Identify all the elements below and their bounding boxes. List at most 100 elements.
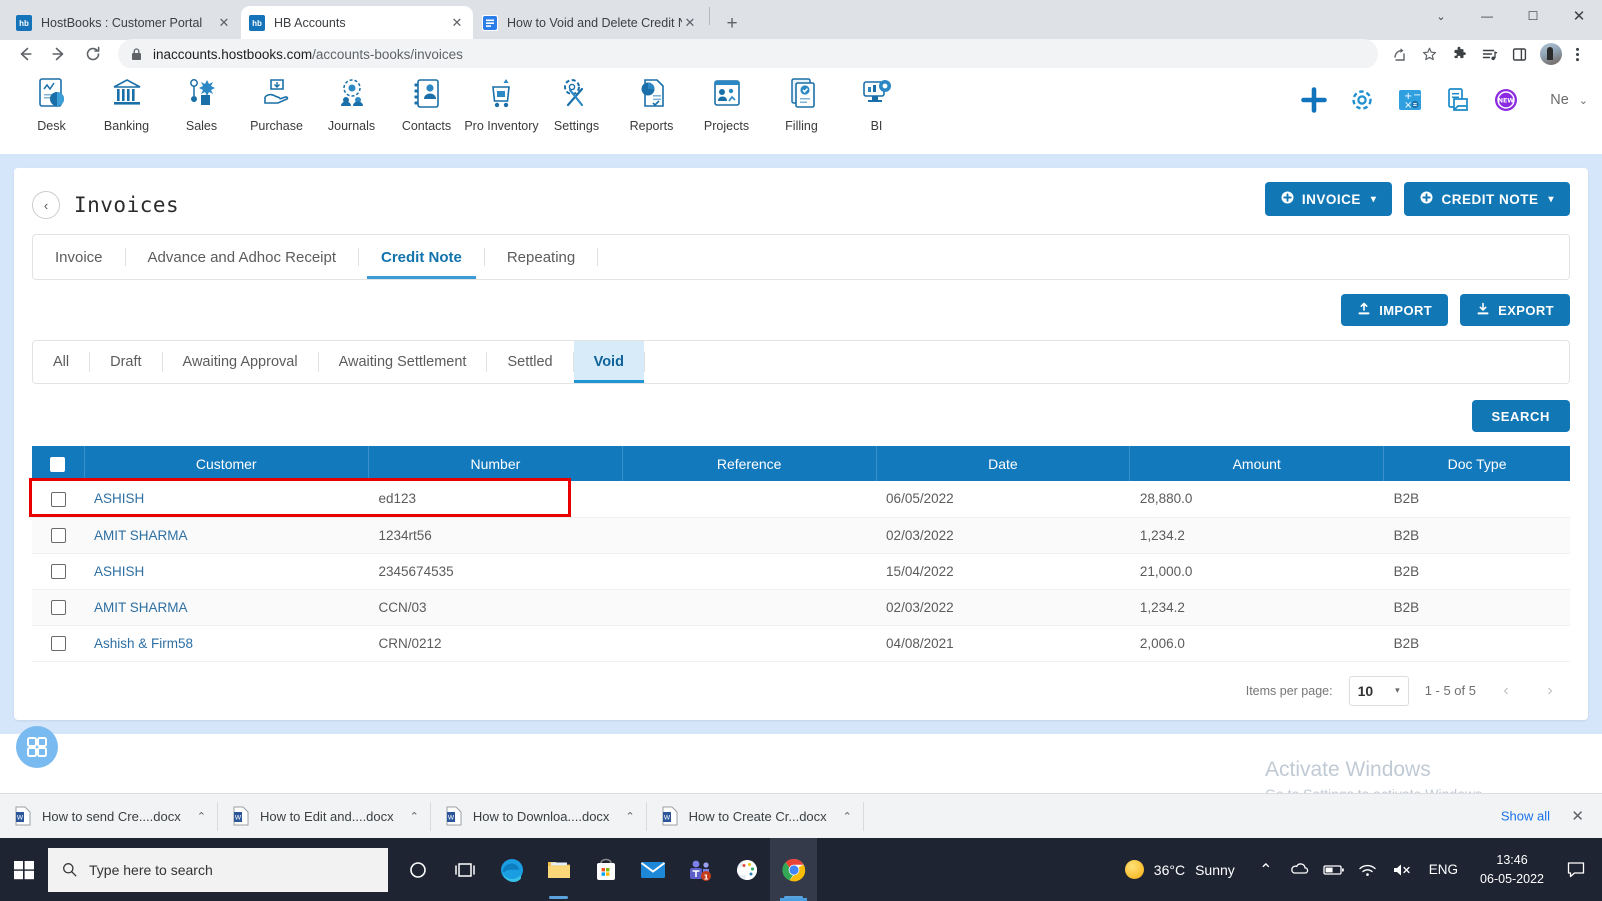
maximize-button[interactable]: ☐ (1510, 0, 1556, 32)
chevron-up-icon[interactable]: ⌃ (197, 810, 206, 823)
customer-link[interactable]: Ashish & Firm58 (94, 636, 193, 651)
close-icon[interactable]: ✕ (449, 15, 465, 31)
nav-item-banking[interactable]: Banking (89, 68, 164, 133)
chevron-up-icon[interactable]: ⌃ (625, 810, 634, 823)
column-header-date[interactable]: Date (876, 446, 1131, 481)
download-item[interactable]: W How to send Cre....docx ⌃ (0, 794, 218, 839)
cell-customer[interactable]: AMIT SHARMA (84, 589, 369, 626)
table-row[interactable]: Ashish & Firm58 CRN/0212 04/08/2021 2,00… (32, 625, 1570, 662)
forward-icon[interactable] (44, 39, 74, 69)
new-tab-button[interactable]: + (718, 9, 746, 37)
status-tab-settled[interactable]: Settled (487, 341, 572, 383)
status-tab-void[interactable]: Void (573, 341, 645, 383)
nav-item-bi[interactable]: BI (839, 68, 914, 133)
row-checkbox[interactable] (50, 527, 66, 543)
new-invoice-button[interactable]: INVOICE ▾ (1264, 182, 1393, 216)
nav-item-pro-inventory[interactable]: Pro Inventory (464, 68, 539, 133)
cortana-icon[interactable] (394, 838, 441, 901)
status-tab-all[interactable]: All (33, 341, 89, 383)
weather-widget[interactable]: 36°C Sunny (1111, 860, 1249, 879)
onedrive-icon[interactable] (1283, 838, 1317, 901)
customer-link[interactable]: ASHISH (94, 491, 144, 506)
notification-center-icon[interactable] (1556, 838, 1596, 901)
table-row[interactable]: ASHISH ed123 06/05/2022 28,880.0 B2B (32, 481, 1570, 518)
row-select-cell[interactable] (32, 517, 84, 554)
tab-invoice[interactable]: Invoice (33, 235, 125, 279)
row-select-cell[interactable] (32, 625, 84, 662)
nav-item-reports[interactable]: Reports (614, 68, 689, 133)
cell-customer[interactable]: AMIT SHARMA (84, 517, 369, 554)
previous-page-button[interactable]: ‹ (1492, 677, 1520, 705)
back-button[interactable]: ‹ (32, 191, 60, 219)
row-checkbox[interactable] (50, 635, 66, 651)
wifi-icon[interactable] (1351, 838, 1385, 901)
close-icon[interactable]: ✕ (682, 15, 698, 31)
download-item[interactable]: W How to Edit and....docx ⌃ (218, 794, 431, 839)
teams-icon[interactable]: 1 (676, 838, 723, 901)
status-tab-awaiting-settlement[interactable]: Awaiting Settlement (319, 341, 487, 383)
paint-3d-icon[interactable] (723, 838, 770, 901)
column-header-reference[interactable]: Reference (622, 446, 877, 481)
select-all-header[interactable] (32, 446, 85, 481)
media-list-icon[interactable] (1474, 39, 1504, 69)
cell-customer[interactable]: Ashish & Firm58 (84, 625, 369, 662)
more-menu-icon[interactable] (1562, 39, 1592, 69)
table-row[interactable]: ASHISH 2345674535 15/04/2022 21,000.0 B2… (32, 553, 1570, 590)
tab-search-chevron-down-icon[interactable]: ⌄ (1418, 0, 1464, 32)
close-downloads-bar-icon[interactable]: ✕ (1571, 807, 1584, 825)
edge-icon[interactable] (488, 838, 535, 901)
reload-icon[interactable] (78, 39, 108, 69)
export-button[interactable]: EXPORT (1460, 294, 1570, 326)
row-select-cell[interactable] (32, 553, 84, 590)
row-select-cell[interactable] (32, 481, 84, 518)
mail-icon[interactable] (629, 838, 676, 901)
profile-avatar[interactable] (1540, 43, 1562, 65)
browser-tab-1[interactable]: hb HostBooks : Customer Portal ✕ (8, 6, 240, 40)
column-header-customer[interactable]: Customer (84, 446, 370, 481)
status-tab-draft[interactable]: Draft (90, 341, 161, 383)
row-select-cell[interactable] (32, 589, 84, 626)
cell-customer[interactable]: ASHISH (84, 481, 369, 518)
new-badge-icon[interactable]: NEW (1492, 86, 1520, 114)
tab-credit-note[interactable]: Credit Note (359, 235, 484, 279)
apps-launcher-button[interactable] (16, 726, 58, 768)
nav-item-purchase[interactable]: Purchase (239, 68, 314, 133)
nav-item-sales[interactable]: Sales (164, 68, 239, 133)
clock[interactable]: 13:46 06-05-2022 (1468, 851, 1556, 887)
close-icon[interactable]: ✕ (216, 15, 232, 31)
customer-link[interactable]: AMIT SHARMA (94, 600, 188, 615)
gear-icon[interactable] (1348, 86, 1376, 114)
back-icon[interactable] (10, 39, 40, 69)
start-button[interactable] (0, 838, 48, 901)
table-row[interactable]: AMIT SHARMA CCN/03 02/03/2022 1,234.2 B2… (32, 589, 1570, 626)
column-header-amount[interactable]: Amount (1129, 446, 1385, 481)
status-tab-awaiting-approval[interactable]: Awaiting Approval (163, 341, 318, 383)
taskbar-search-box[interactable]: Type here to search (48, 847, 388, 892)
calculator-icon[interactable]: + − × (1396, 86, 1424, 114)
column-header-doc-type[interactable]: Doc Type (1383, 446, 1570, 481)
microsoft-store-icon[interactable] (582, 838, 629, 901)
nav-item-projects[interactable]: Projects (689, 68, 764, 133)
browser-tab-2[interactable]: hb HB Accounts ✕ (241, 6, 473, 40)
file-explorer-icon[interactable] (535, 838, 582, 901)
nav-item-settings[interactable]: Settings (539, 68, 614, 133)
show-all-downloads-link[interactable]: Show all (1501, 809, 1550, 824)
nav-item-filling[interactable]: Filling (764, 68, 839, 133)
download-item[interactable]: W How to Downloa....docx ⌃ (431, 794, 647, 839)
new-credit-note-button[interactable]: CREDIT NOTE ▾ (1404, 182, 1570, 216)
tab-advance-and-adhoc-receipt[interactable]: Advance and Adhoc Receipt (126, 235, 358, 279)
add-plus-icon[interactable] (1300, 86, 1328, 114)
close-window-button[interactable]: ✕ (1556, 0, 1602, 32)
nav-item-contacts[interactable]: Contacts (389, 68, 464, 133)
row-checkbox[interactable] (50, 563, 66, 579)
user-menu[interactable]: Ne ⌄ (1550, 92, 1588, 108)
browser-tab-3[interactable]: How to Void and Delete Credit N ✕ (474, 6, 706, 40)
download-item[interactable]: W How to Create Cr...docx ⌃ (647, 794, 865, 839)
task-view-icon[interactable] (441, 838, 488, 901)
row-checkbox[interactable] (50, 599, 66, 615)
search-button[interactable]: SEARCH (1471, 400, 1570, 432)
address-bar[interactable]: inaccounts.hostbooks.com/accounts-books/… (118, 39, 1378, 69)
customer-link[interactable]: AMIT SHARMA (94, 528, 188, 543)
battery-icon[interactable] (1317, 838, 1351, 901)
minimize-button[interactable]: — (1464, 0, 1510, 32)
